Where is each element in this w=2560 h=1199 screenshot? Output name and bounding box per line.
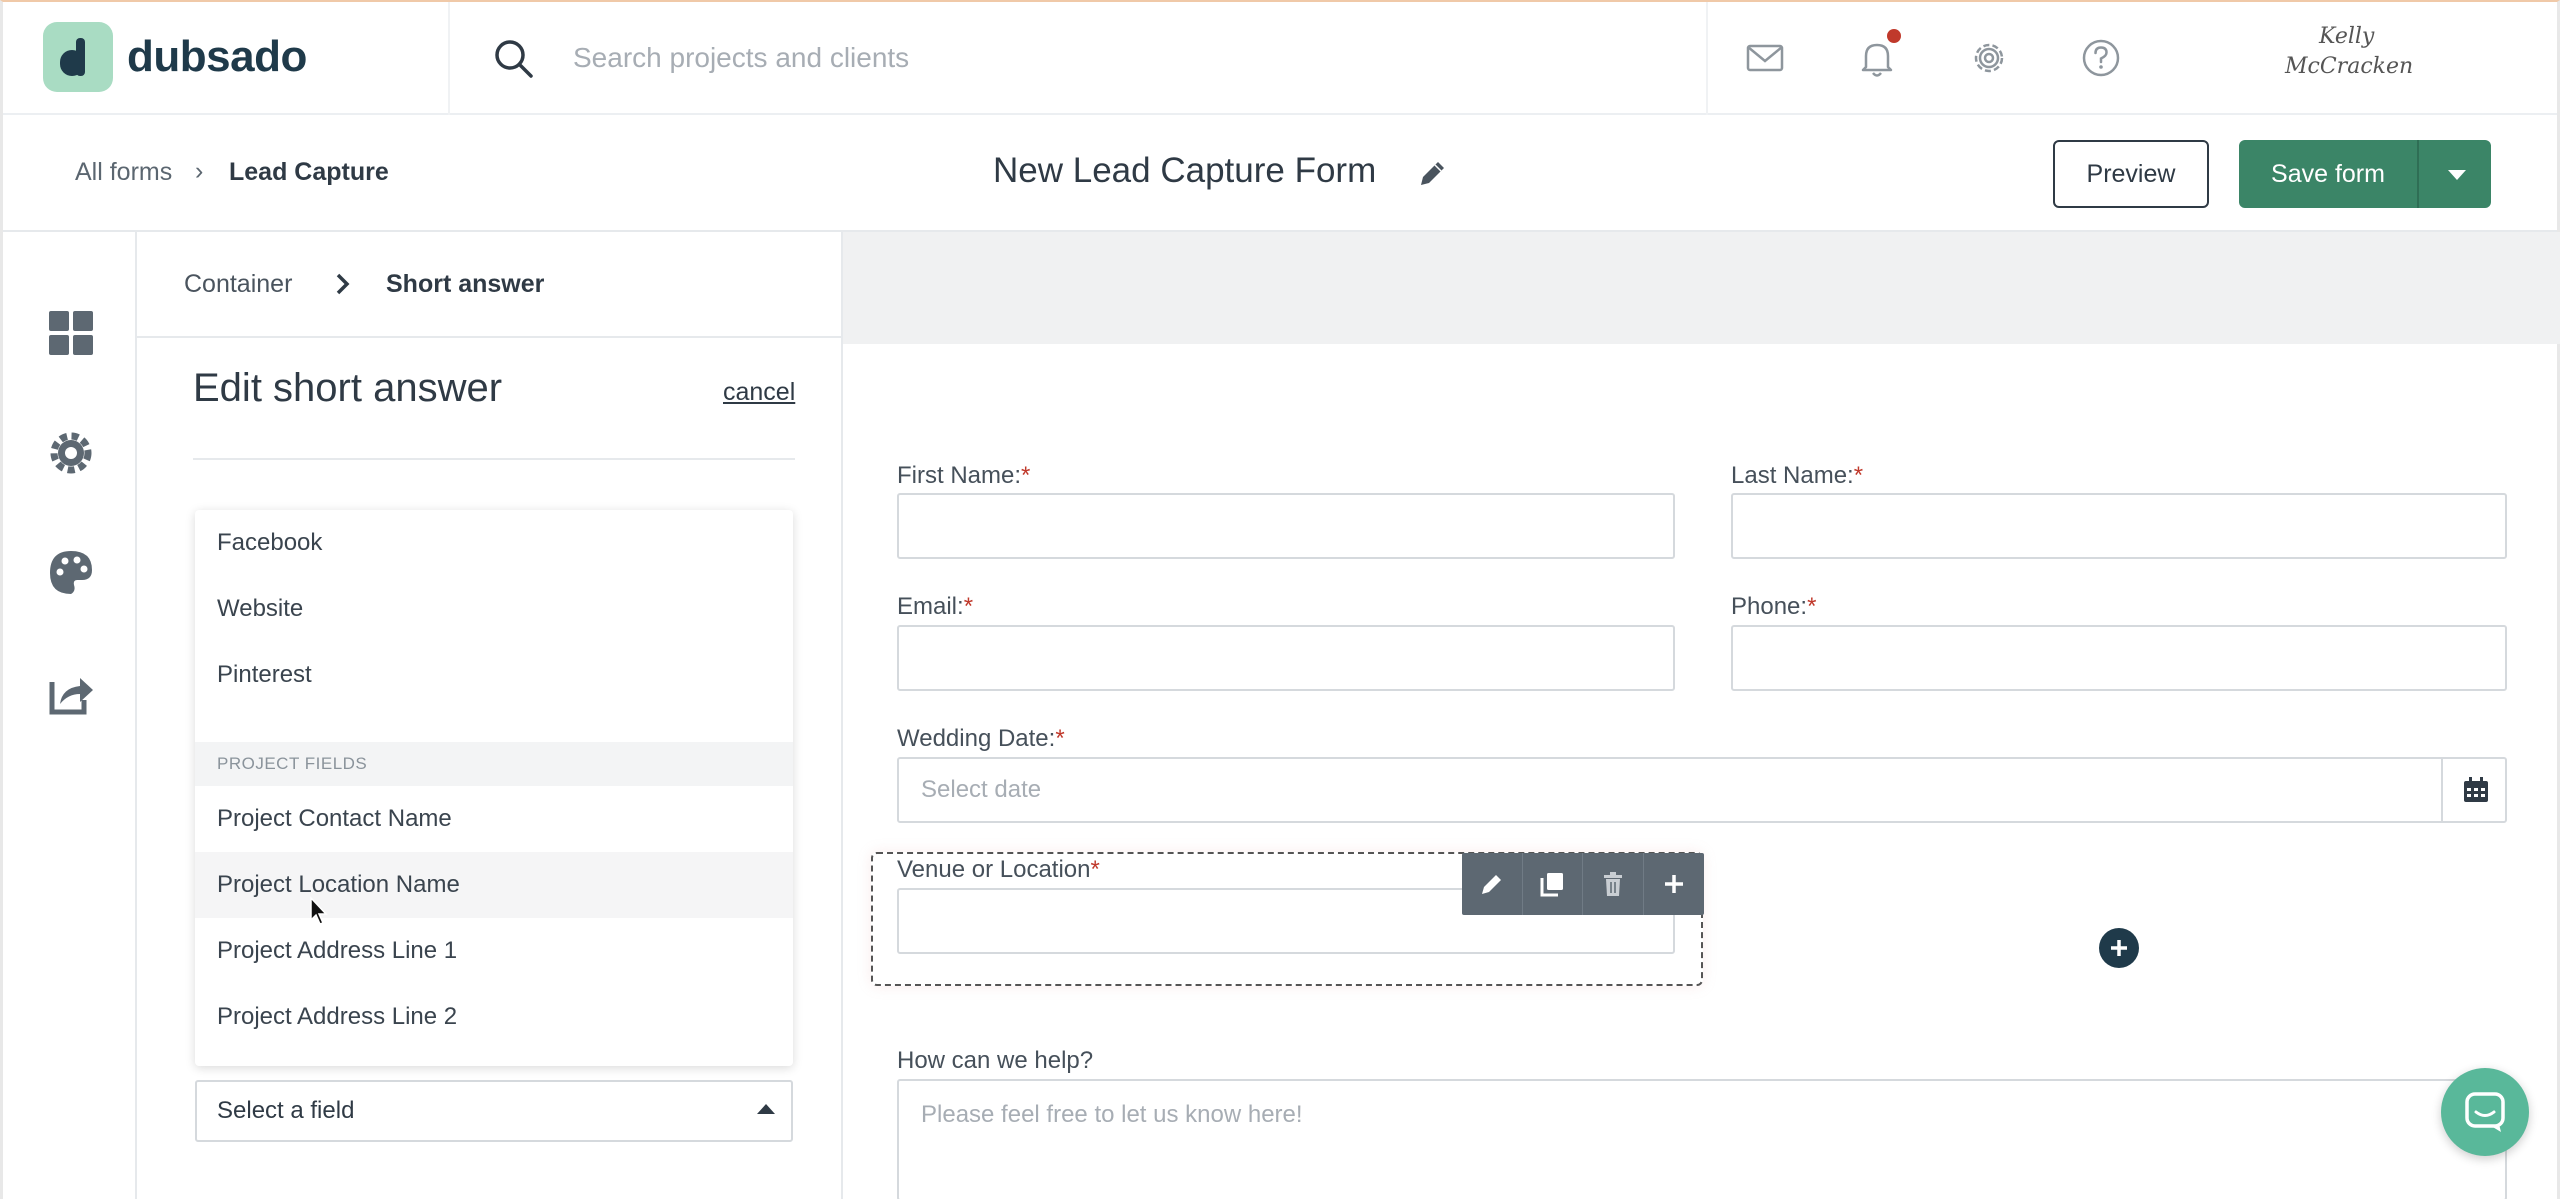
breadcrumb-all-forms[interactable]: All forms [75,158,172,187]
breadcrumb-container[interactable]: Container [184,270,292,299]
edit-title-pencil-icon[interactable] [1415,157,1449,191]
calendar-button[interactable] [2441,757,2507,823]
form-title: New Lead Capture Form [993,151,1377,190]
settings-gear-icon[interactable] [46,428,96,478]
mail-icon[interactable] [1743,36,1787,80]
palette-icon[interactable] [46,548,96,598]
layout-grid-icon[interactable] [46,308,96,358]
brand-name: dubsado [127,32,307,81]
canvas-header-band [843,232,2560,344]
venue-label: Venue or Location* [897,856,1100,883]
divider [1706,2,1708,115]
plus-circle-icon [2111,940,2127,956]
dropdown-option[interactable]: Project Contact Name [195,786,793,852]
wedding-date-label: Wedding Date:* [897,725,1065,752]
add-field-button[interactable] [1644,853,1705,915]
copy-icon [1540,873,1564,897]
trash-icon [1603,872,1622,896]
field-dropdown-list: Facebook Website Pinterest PROJECT FIELD… [195,510,793,1066]
caret-up-icon [757,1104,775,1114]
save-options-dropdown-button[interactable] [2417,140,2491,208]
dropdown-option[interactable]: Facebook [195,510,793,576]
mouse-cursor-icon [310,896,328,925]
user-signature-avatar[interactable]: Kelly McCracken [2285,22,2435,94]
divider [448,2,450,115]
help-label: How can we help? [897,1047,1094,1074]
phone-input[interactable] [1731,625,2507,691]
preview-button[interactable]: Preview [2053,140,2209,208]
dropdown-group-label: PROJECT FIELDS [195,742,793,786]
help-icon[interactable] [2079,36,2123,80]
chat-launcher-button[interactable] [2441,1068,2529,1156]
share-export-icon[interactable] [46,668,96,718]
dropdown-option-hovered[interactable]: Project Location Name [195,852,793,918]
dropdown-option[interactable]: Project Address Line 2 [195,984,793,1050]
breadcrumb-current: Lead Capture [229,158,389,186]
last-name-label: Last Name:* [1731,462,1864,489]
duplicate-field-button[interactable] [1523,853,1583,915]
caret-down-icon [2448,170,2466,180]
dropdown-option[interactable]: Pinterest [195,642,793,708]
divider [193,458,795,460]
select-field-dropdown[interactable]: Select a field [195,1080,793,1142]
dropdown-option[interactable]: Project Address Line 1 [195,918,793,984]
dropdown-option[interactable]: Website [195,576,793,642]
first-name-input[interactable] [897,493,1675,559]
dubsado-logo-icon [43,22,113,92]
top-bar: dubsado Kelly McCracken [3,2,2557,115]
phone-label: Phone:* [1731,593,1817,620]
add-element-button[interactable] [2099,928,2139,968]
gear-icon[interactable] [1967,36,2011,80]
email-label: Email:* [897,593,974,620]
cancel-link[interactable]: cancel [723,378,795,407]
edit-panel: Container Short answer Edit short answer… [137,232,843,1199]
search-icon[interactable] [491,36,535,80]
chevron-right-icon [336,273,350,295]
plus-icon [1664,875,1683,893]
edit-field-button[interactable] [1462,853,1523,915]
save-form-button[interactable]: Save form [2239,140,2417,208]
breadcrumb-separator: › [195,157,204,185]
breadcrumb-short-answer: Short answer [386,270,545,298]
field-action-toolbar [1462,853,1704,915]
email-input[interactable] [897,625,1675,691]
pencil-icon [1481,875,1501,894]
delete-field-button[interactable] [1583,853,1644,915]
dubsado-logo[interactable]: dubsado [43,22,307,92]
help-textarea[interactable] [897,1079,2507,1199]
panel-breadcrumb: Container Short answer [137,232,841,338]
left-tool-rail [3,232,137,1199]
search-input[interactable] [573,32,1473,84]
form-header-bar: All forms › Lead Capture New Lead Captur… [3,115,2557,232]
first-name-label: First Name:* [897,462,1031,489]
calendar-icon [2464,777,2488,802]
panel-title: Edit short answer [193,366,503,410]
chat-icon [2465,1092,2505,1132]
notification-dot [1887,29,1901,43]
wedding-date-input[interactable] [897,757,2507,823]
app-window: dubsado Kelly McCracken [0,0,2560,1199]
last-name-input[interactable] [1731,493,2507,559]
